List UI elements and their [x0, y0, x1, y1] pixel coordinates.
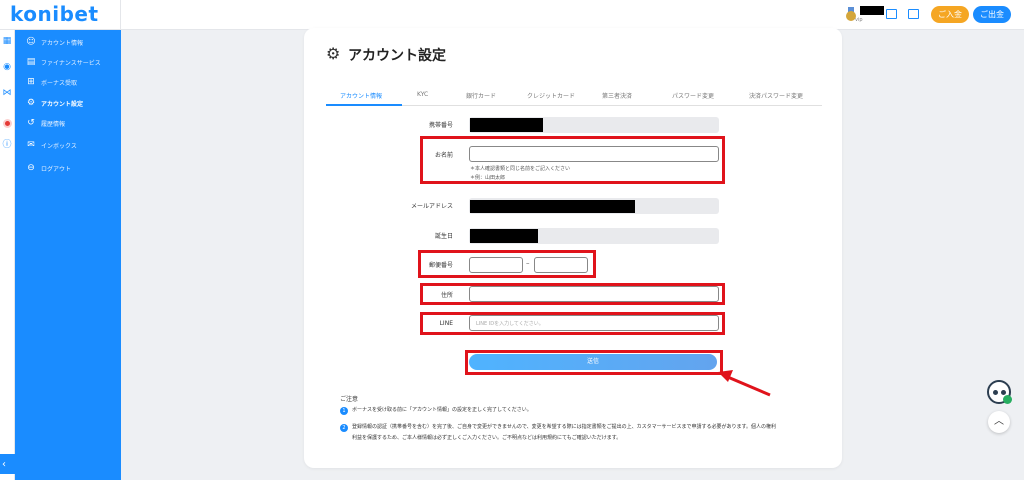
sidebar-item-bonus[interactable]: ⊞ ボーナス受取 — [15, 73, 121, 93]
tab-payment-password-change[interactable]: 決済パスワード変更 — [749, 91, 803, 100]
email-label: メールアドレス — [410, 203, 453, 210]
address-label: 住所 — [440, 292, 453, 299]
tab-credit-card[interactable]: クレジットカード — [527, 91, 575, 100]
exit-icon[interactable] — [908, 9, 919, 19]
chevron-left-icon[interactable]: ‹ — [2, 459, 6, 470]
header-divider — [120, 0, 121, 30]
note-text-continued: 利益を保護するため、ご本人様情報は必ず正しくご入力ください。ご不明点などは利用規… — [352, 435, 622, 441]
logout-icon: ⊖ — [27, 163, 35, 173]
address-input[interactable] — [469, 286, 719, 302]
settings-tabs: アカウント情報 KYC 銀行カード クレジットカード 第三者決済 パスワード変更… — [326, 88, 822, 106]
sidebar-item-label: アカウント設定 — [41, 101, 84, 108]
sidebar-item-finance[interactable]: ▤ ファイナンスサービス — [15, 53, 121, 73]
note-text: 登録情報の認証（携帯番号を含む）を完了後、ご自身で変更ができませんので、変更を希… — [352, 424, 777, 430]
gear-icon: ⚙ — [326, 44, 341, 63]
vip-label: vip — [855, 17, 863, 23]
sidebar-item-label: 履歴情報 — [41, 121, 66, 128]
sidebar-item-label: アカウント情報 — [41, 40, 84, 47]
sidebar-item-label: ファイナンスサービス — [41, 60, 101, 67]
username-redacted — [860, 6, 884, 15]
tab-kyc[interactable]: KYC — [417, 91, 428, 98]
inbox-icon: ✉ — [27, 140, 35, 150]
name-hint: ＊本人確認書類と同じ名前をご記入ください — [470, 166, 571, 172]
sidebar-item-account-settings[interactable]: ⚙ アカウント設定 — [15, 94, 121, 114]
support-mascot-icon[interactable] — [987, 380, 1012, 404]
info-icon[interactable]: ⓘ — [2, 140, 12, 150]
active-tab-indicator — [326, 104, 402, 106]
mail-icon[interactable] — [886, 9, 897, 19]
top-header: konibet vip ご入金 ご出金 — [0, 0, 1024, 30]
sidebar-item-history[interactable]: ↺ 履歴情報 — [15, 114, 121, 134]
deposit-button[interactable]: ご入金 — [931, 6, 969, 23]
history-icon: ↺ — [27, 118, 35, 128]
icon-rail: ▦ ◉ ⋈ ⓘ — [0, 30, 15, 480]
withdraw-button[interactable]: ご出金 — [973, 6, 1011, 23]
sidebar-item-label: ログアウト — [41, 166, 72, 173]
name-input[interactable] — [469, 146, 719, 162]
gift-icon: ⊞ — [27, 77, 35, 87]
postal-label: 郵便番号 — [428, 262, 453, 269]
phone-label: 携帯番号 — [428, 122, 453, 129]
sidebar-item-inbox[interactable]: ✉ インボックス — [15, 136, 121, 156]
note-number-badge: 1 — [340, 407, 348, 415]
submit-button[interactable]: 送信 — [469, 354, 717, 370]
tab-password-change[interactable]: パスワード変更 — [672, 91, 714, 100]
share-icon[interactable]: ⋈ — [2, 88, 12, 98]
account-settings-card: ⚙ アカウント設定 アカウント情報 KYC 銀行カード クレジットカード 第三者… — [304, 28, 842, 468]
scroll-to-top-button[interactable]: ︿ — [988, 411, 1010, 433]
postal-separator: – — [526, 259, 530, 267]
name-label: お名前 — [434, 152, 453, 159]
name-example-hint: ＊例：山田太郎 — [470, 175, 506, 181]
gear-icon: ⚙ — [26, 98, 36, 108]
postal-code-first-input[interactable] — [469, 257, 523, 273]
site-logo[interactable]: konibet — [10, 2, 99, 26]
finance-icon: ▤ — [26, 57, 36, 67]
page-title: アカウント設定 — [348, 48, 446, 64]
annotation-arrow-icon — [718, 370, 771, 397]
note-text: ボーナスを受け取る前に「アカウント情報」の設定を正しく完了してください。 — [352, 407, 532, 413]
birthday-redacted — [470, 229, 538, 243]
tab-third-party-payment[interactable]: 第三者決済 — [602, 91, 632, 100]
sidebar-item-label: インボックス — [41, 143, 77, 150]
grid-icon[interactable]: ▦ — [2, 36, 12, 46]
user-icon: ☺ — [26, 37, 36, 47]
tab-account-info[interactable]: アカウント情報 — [340, 91, 382, 100]
line-id-placeholder: LINE IDを入力してください。 — [476, 321, 544, 327]
postal-code-second-input[interactable] — [534, 257, 588, 273]
note-number-badge: 2 — [340, 424, 348, 432]
phone-redacted — [470, 118, 543, 132]
record-icon[interactable] — [3, 119, 12, 128]
sidebar: ☺ アカウント情報 ▤ ファイナンスサービス ⊞ ボーナス受取 ⚙ アカウント設… — [15, 30, 121, 480]
line-label: LINE — [439, 320, 453, 327]
tab-bank-card[interactable]: 銀行カード — [466, 91, 496, 100]
birthday-label: 誕生日 — [434, 233, 453, 240]
email-redacted — [470, 200, 635, 213]
notes-title: ご注意 — [340, 396, 359, 403]
sidebar-item-label: ボーナス受取 — [41, 80, 78, 87]
sidebar-item-logout[interactable]: ⊖ ログアウト — [15, 159, 121, 179]
sidebar-item-account-info[interactable]: ☺ アカウント情報 — [15, 33, 121, 53]
user-icon[interactable]: ◉ — [2, 62, 12, 72]
